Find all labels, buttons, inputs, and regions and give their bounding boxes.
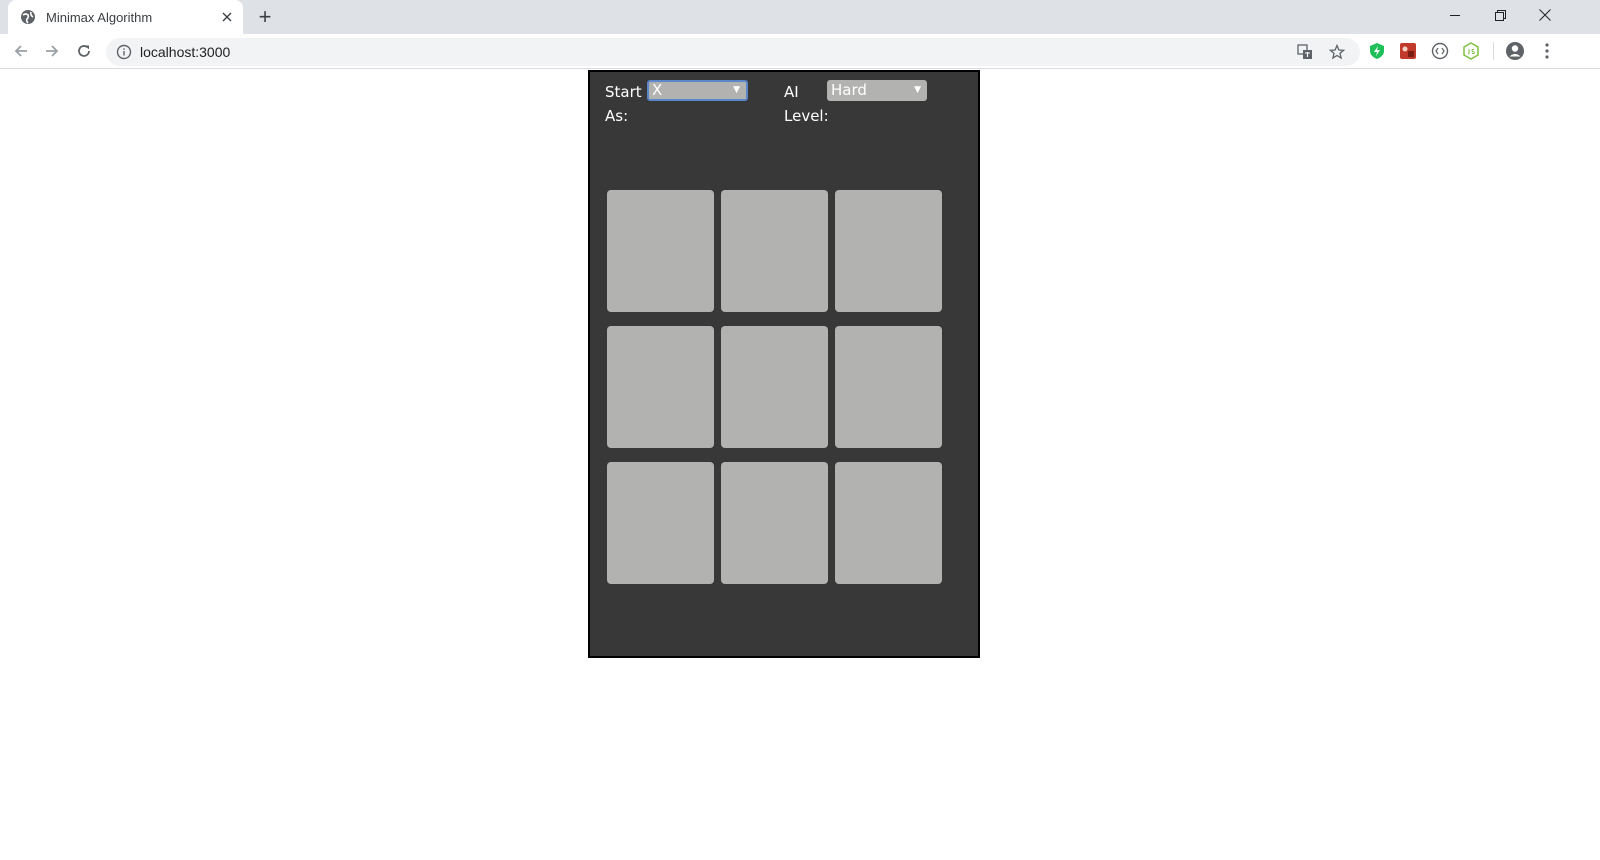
ai-level-label-line2: Level:	[784, 107, 829, 125]
ai-level-value: Hard	[831, 81, 867, 99]
board-cell[interactable]	[721, 326, 828, 448]
star-icon[interactable]	[1329, 44, 1345, 60]
chevron-down-icon: ▼	[914, 85, 921, 95]
ai-level-label-line1: AI	[784, 83, 799, 101]
info-icon[interactable]	[116, 44, 132, 60]
start-as-label-line1: Start	[605, 83, 642, 101]
nodejs-extension-icon[interactable]	[1462, 42, 1480, 60]
profile-icon[interactable]	[1505, 41, 1525, 61]
code-extension-icon[interactable]	[1431, 42, 1449, 60]
toolbar-divider	[1493, 42, 1494, 60]
board-cell[interactable]	[607, 190, 714, 312]
chevron-down-icon: ▼	[733, 85, 740, 95]
ai-level-select[interactable]: Hard ▼	[827, 80, 927, 101]
address-bar[interactable]: localhost:3000	[106, 38, 1360, 66]
forward-arrow-icon[interactable]	[39, 38, 65, 64]
board-cell[interactable]	[721, 190, 828, 312]
browser-toolbar: localhost:3000	[0, 34, 1600, 69]
start-as-select[interactable]: X ▼	[647, 80, 748, 101]
board-cell[interactable]	[835, 462, 942, 584]
translate-icon[interactable]	[1297, 44, 1313, 60]
tab-title: Minimax Algorithm	[46, 9, 153, 25]
shield-extension-icon[interactable]	[1368, 42, 1386, 60]
board-cell[interactable]	[835, 190, 942, 312]
minimize-icon[interactable]	[1432, 0, 1478, 30]
reload-icon[interactable]	[71, 38, 97, 64]
globe-icon	[20, 9, 36, 25]
new-tab-button[interactable]: +	[252, 4, 278, 30]
more-vert-icon[interactable]	[1538, 42, 1556, 60]
board-cell[interactable]	[835, 326, 942, 448]
game-board	[607, 190, 945, 588]
tab-strip: Minimax Algorithm +	[0, 0, 1600, 34]
game-container: Start As: X ▼ AI Level: Hard ▼	[588, 70, 980, 658]
browser-tab[interactable]: Minimax Algorithm	[8, 0, 243, 34]
start-as-label-line2: As:	[605, 107, 629, 125]
start-as-value: X	[652, 81, 663, 99]
url-text: localhost:3000	[140, 44, 231, 60]
board-cell[interactable]	[607, 462, 714, 584]
restore-icon[interactable]	[1477, 0, 1523, 30]
close-icon[interactable]	[217, 7, 237, 27]
board-cell[interactable]	[607, 326, 714, 448]
back-arrow-icon[interactable]	[8, 38, 34, 64]
board-cell[interactable]	[721, 462, 828, 584]
window-close-icon[interactable]	[1522, 0, 1568, 30]
puzzle-game-extension-icon[interactable]	[1399, 42, 1417, 60]
